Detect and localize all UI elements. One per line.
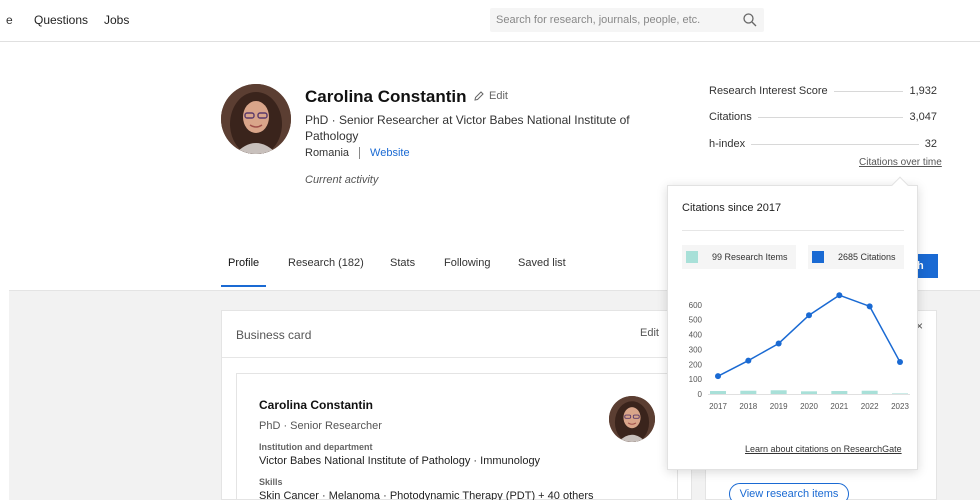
x-tick-label: 2018: [739, 402, 757, 411]
divider: [222, 357, 692, 358]
tab-profile[interactable]: Profile: [228, 257, 259, 269]
stat-label: Citations: [709, 111, 752, 123]
popup-arrow: [891, 176, 909, 194]
citations-point: [866, 303, 873, 310]
citations-point: [897, 359, 903, 366]
skills-label: Skills: [259, 477, 283, 487]
tab-research[interactable]: Research (182): [288, 257, 364, 269]
legend-entry-citations: 2685 Citations: [812, 247, 896, 267]
y-tick-label: 300: [689, 345, 703, 354]
divider: [682, 230, 904, 231]
y-tick-label: 600: [689, 301, 703, 310]
citations-chart: 0 100 200 300 400 500 600 2017 2018 2019 2020 2021 2…: [689, 292, 910, 411]
legend-swatch: [686, 251, 698, 263]
x-tick-label: 2022: [861, 402, 879, 411]
pencil-icon: [474, 91, 484, 101]
divider: [757, 116, 904, 118]
search-input[interactable]: [490, 8, 730, 32]
business-card: Carolina Constantin PhD · Senior Researc…: [236, 373, 678, 500]
website-link[interactable]: Website: [370, 147, 410, 159]
stat-label: h-index: [709, 138, 746, 150]
card-name: Carolina Constantin: [259, 398, 374, 412]
citations-line: [717, 294, 901, 377]
tab-saved-list[interactable]: Saved list: [518, 257, 566, 269]
research-items-bar: [892, 393, 908, 394]
citations-point: [806, 312, 812, 319]
nav-item-questions[interactable]: Questions: [34, 13, 88, 27]
y-tick-label: 400: [689, 331, 703, 340]
current-activity[interactable]: Current activity: [305, 174, 378, 186]
citations-point: [836, 292, 843, 299]
citations-popup: Citations since 2017 99 Research Items 2…: [667, 176, 918, 470]
card-avatar: [609, 396, 655, 442]
divider: [359, 147, 361, 159]
edit-business-card-button[interactable]: Edit: [640, 327, 659, 339]
y-tick-label: 100: [689, 375, 703, 384]
nav-item-partial[interactable]: e: [6, 13, 13, 27]
profile-country: Romania: [305, 147, 350, 159]
y-tick-label: 500: [689, 316, 703, 325]
edit-profile-button[interactable]: Edit: [473, 90, 508, 102]
profile-headline: PhD · Senior Researcher at Victor Babes …: [305, 113, 630, 143]
institution-value: Victor Babes National Institute of Patho…: [259, 455, 541, 467]
search-icon[interactable]: [742, 12, 758, 28]
tab-stats[interactable]: Stats: [390, 257, 415, 269]
research-items-bar: [801, 391, 817, 394]
divider: [833, 90, 904, 92]
x-tick-label: 2017: [709, 402, 727, 411]
x-tick-label: 2021: [830, 402, 848, 411]
research-items-bar: [740, 390, 757, 394]
tab-following[interactable]: Following: [444, 257, 490, 269]
profile-location-row: Romania Website: [305, 147, 410, 159]
stat-value: 32: [924, 138, 937, 150]
stat-citations[interactable]: Citations 3,047: [709, 110, 937, 124]
citations-point: [775, 340, 782, 347]
edit-profile-label: Edit: [489, 90, 508, 102]
view-research-items-button[interactable]: View research items: [729, 483, 849, 500]
citations-over-time-link[interactable]: Citations over time: [859, 157, 942, 168]
research-items-bar: [770, 390, 787, 394]
section-title: Business card: [236, 328, 312, 342]
profile-name: Carolina Constantin: [305, 87, 467, 106]
x-tick-label: 2023: [891, 402, 909, 411]
legend-label: 99 Research Items: [712, 252, 788, 262]
business-card-section: Business card Edit Carolina Constantin P…: [221, 310, 692, 500]
skills-value: Skin Cancer · Melanoma · Photodynamic Th…: [259, 490, 594, 500]
citations-point: [715, 373, 721, 380]
x-tick-label: 2019: [770, 402, 788, 411]
stat-research-interest[interactable]: Research Interest Score 1,932: [709, 84, 937, 98]
stat-value: 1,932: [909, 85, 937, 97]
active-tab-indicator: [221, 285, 266, 287]
citations-point: [745, 357, 752, 364]
y-tick-label: 200: [689, 360, 703, 369]
stat-value: 3,047: [909, 111, 937, 123]
card-degree: PhD · Senior Researcher: [259, 420, 382, 432]
divider: [751, 143, 919, 145]
research-items-bar: [861, 390, 878, 394]
stat-label: Research Interest Score: [709, 85, 828, 97]
stat-h-index[interactable]: h-index 32: [709, 137, 937, 151]
y-tick-label: 0: [698, 390, 703, 399]
legend-entry-research-items: 99 Research Items: [686, 247, 788, 267]
research-items-bar: [831, 391, 848, 394]
legend-swatch: [812, 251, 824, 263]
nav-item-jobs[interactable]: Jobs: [104, 13, 129, 27]
research-items-bar: [710, 391, 726, 394]
legend-label: 2685 Citations: [838, 252, 896, 262]
search-bar: [490, 8, 764, 32]
top-nav: e Questions Jobs: [0, 0, 980, 42]
institution-label: Institution and department: [259, 442, 373, 452]
learn-citations-link[interactable]: Learn about citations on ResearchGate: [745, 444, 902, 454]
popup-title: Citations since 2017: [682, 202, 782, 214]
profile-avatar[interactable]: [221, 84, 291, 154]
x-tick-label: 2020: [800, 402, 818, 411]
